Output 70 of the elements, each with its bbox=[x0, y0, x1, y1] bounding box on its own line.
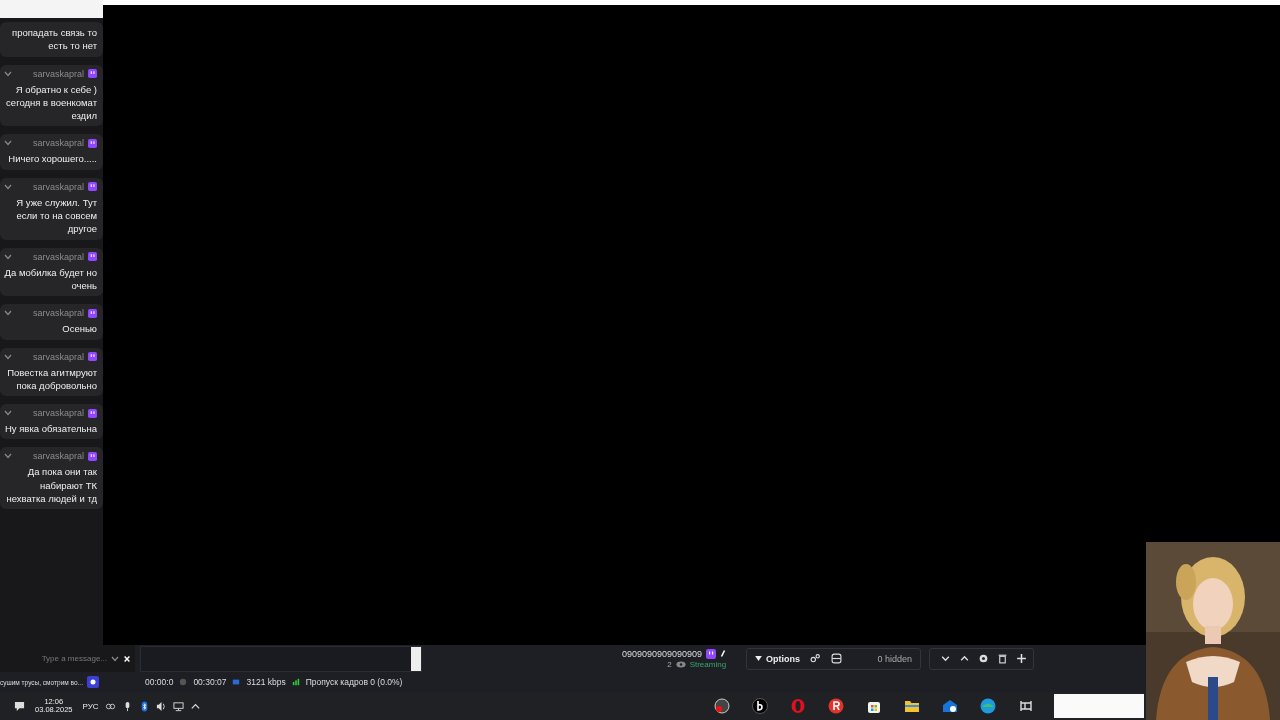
scrollbar[interactable] bbox=[411, 646, 421, 671]
chat-message: Ну явка обязательна bbox=[4, 422, 97, 436]
chat-message: Ничего хорошего..... bbox=[8, 152, 97, 166]
username: sarvaskapral bbox=[32, 138, 84, 149]
username: sarvaskapral bbox=[32, 408, 84, 419]
layout-icon[interactable] bbox=[831, 653, 843, 664]
twitch-icon bbox=[88, 408, 97, 418]
close-icon[interactable] bbox=[123, 654, 131, 663]
twitch-icon bbox=[88, 69, 97, 79]
broadcast-icon bbox=[232, 678, 241, 686]
stream-title: 0909090909090909 bbox=[622, 648, 703, 659]
record-icon bbox=[179, 678, 188, 686]
chat-message: Я обратно к себе ) сегодня в военкомат ездил bbox=[5, 82, 97, 123]
twitch-icon bbox=[88, 352, 97, 362]
twitch-icon bbox=[88, 308, 97, 318]
network-icon[interactable] bbox=[172, 700, 184, 712]
username: sarvaskapral bbox=[32, 308, 84, 319]
opera-icon[interactable] bbox=[790, 698, 806, 714]
chat-message: Да мобилка будет но очень bbox=[4, 265, 97, 293]
app-icon[interactable] bbox=[752, 698, 768, 714]
app-icon bbox=[86, 676, 99, 688]
chevron-icon[interactable] bbox=[4, 253, 12, 260]
stream-time: 00:30:07 bbox=[193, 677, 227, 687]
chevron-icon[interactable] bbox=[4, 410, 12, 417]
options-button[interactable]: Options bbox=[755, 653, 801, 664]
username: sarvaskapral bbox=[32, 251, 84, 262]
chevron-icon[interactable] bbox=[4, 140, 12, 147]
edge-icon[interactable] bbox=[980, 698, 996, 714]
speaker-icon[interactable] bbox=[155, 700, 167, 712]
viewer-count: 2 bbox=[667, 659, 672, 669]
dropdown-arrow-icon bbox=[755, 656, 763, 661]
username: sarvaskapral bbox=[32, 68, 84, 79]
obs-icon[interactable] bbox=[714, 698, 730, 714]
link-icon[interactable] bbox=[810, 653, 822, 664]
chat-message: Повестка агитмруют пока добровольно bbox=[6, 365, 97, 393]
r-app-icon[interactable] bbox=[828, 698, 844, 714]
add-icon[interactable] bbox=[1016, 653, 1028, 664]
bitrate: 3121 kbps bbox=[246, 677, 286, 687]
chat-message: пропадать связь то есть то нет bbox=[11, 26, 97, 53]
chevron-icon[interactable] bbox=[4, 183, 12, 190]
chat-message: Да пока они так набирают ТК нехватка людей и тд bbox=[5, 465, 97, 506]
hidden-count: 0 hidden bbox=[877, 653, 913, 664]
twitch-icon bbox=[706, 648, 717, 659]
eye-icon bbox=[675, 660, 686, 668]
chevron-icon[interactable] bbox=[4, 453, 12, 460]
language-indicator[interactable]: РУС bbox=[82, 701, 99, 711]
dropped-frames: Пропуск кадров 0 (0.0%) bbox=[305, 677, 403, 687]
widgets-icon[interactable] bbox=[1018, 698, 1034, 714]
chevron-icon[interactable] bbox=[4, 353, 12, 360]
chevron-icon[interactable] bbox=[4, 310, 12, 317]
chat-message: Осенью bbox=[62, 322, 97, 336]
chat-message: Я уже служил. Тут если то на совсем другое bbox=[15, 195, 97, 236]
twitch-icon bbox=[88, 139, 97, 148]
username: sarvaskapral bbox=[32, 351, 84, 362]
chevron-icon[interactable] bbox=[111, 654, 119, 663]
twitch-icon bbox=[88, 182, 97, 192]
username: sarvaskapral bbox=[32, 181, 84, 192]
trash-icon[interactable] bbox=[997, 653, 1009, 664]
pencil-icon[interactable] bbox=[720, 649, 727, 658]
folder-icon[interactable] bbox=[904, 698, 920, 714]
signal-icon bbox=[291, 678, 300, 686]
notification-icon[interactable] bbox=[14, 700, 25, 712]
username: sarvaskapral bbox=[32, 451, 84, 462]
twitch-icon bbox=[88, 252, 97, 262]
record-time: 00:00:0 bbox=[145, 677, 174, 687]
chevron-icon[interactable] bbox=[4, 70, 12, 77]
search-field[interactable] bbox=[1054, 694, 1144, 718]
stream-status: Streaming bbox=[689, 659, 727, 669]
settings-icon[interactable] bbox=[978, 653, 990, 664]
twitch-icon bbox=[88, 451, 97, 461]
